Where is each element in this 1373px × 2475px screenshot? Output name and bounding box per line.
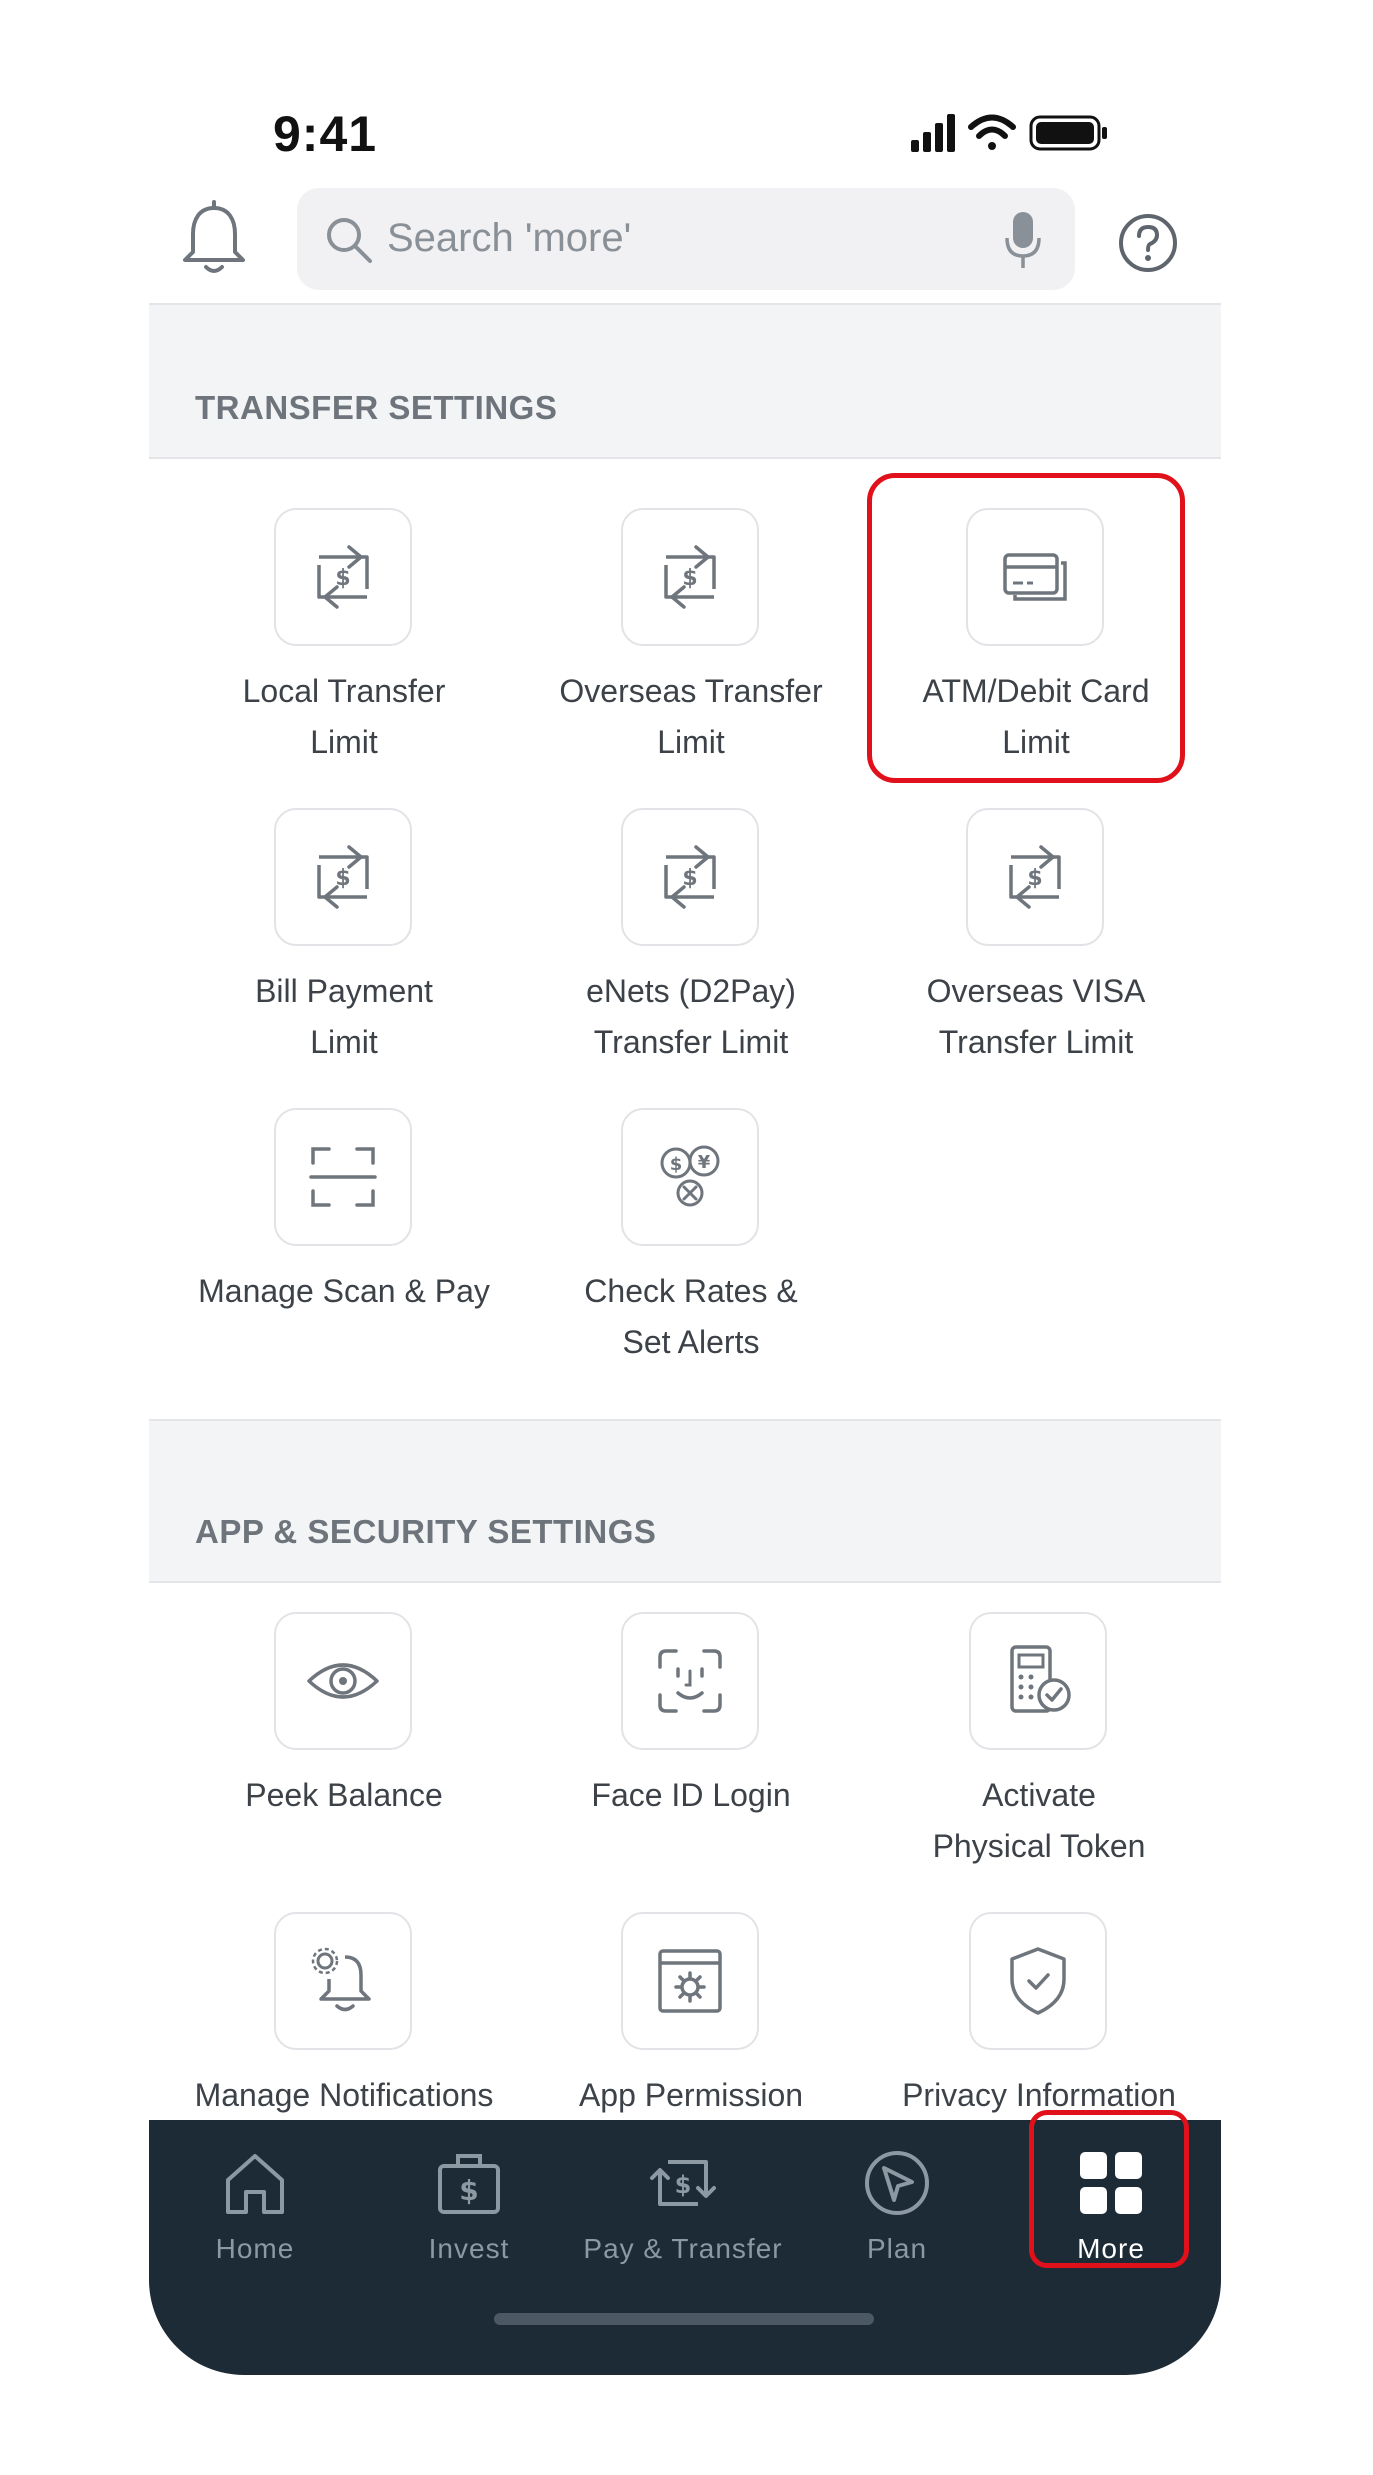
transfer-dollar-icon: $ xyxy=(664,845,716,909)
tile-label: Overseas VISA Transfer Limit xyxy=(926,973,1146,1060)
status-bar: 9:41 xyxy=(149,0,1221,180)
tile-icon-box xyxy=(274,1612,412,1750)
search-icon xyxy=(327,218,372,263)
tile-icon-box xyxy=(969,1612,1107,1750)
tile-manage-scan-and-pay[interactable]: Manage Scan & Pay xyxy=(184,1108,504,1398)
bell-icon[interactable] xyxy=(179,200,249,280)
tile-check-rates-and-set-alerts[interactable]: $ ¥ Check Rates & Set Alerts xyxy=(531,1108,851,1398)
tab-home[interactable]: Home xyxy=(155,2138,355,2268)
currency-rates-icon: $ ¥ xyxy=(660,1145,720,1207)
section-header-app-security-settings: APP & SECURITY SETTINGS xyxy=(149,1419,1221,1583)
transfer-dollar-icon: $ xyxy=(317,845,369,909)
tile-label: App Permission xyxy=(578,2077,804,2113)
transfer-dollar-icon: $ xyxy=(317,545,369,609)
tile-icon-box: $ xyxy=(274,808,412,946)
top-bar: Search 'more' xyxy=(149,180,1221,305)
svg-text:$: $ xyxy=(459,2174,478,2207)
tab-label: Pay & Transfer xyxy=(583,2233,783,2264)
status-time: 9:41 xyxy=(273,106,378,162)
section-title: TRANSFER SETTINGS xyxy=(195,389,558,426)
status-icons xyxy=(911,114,1107,152)
section-header-transfer-settings: TRANSFER SETTINGS xyxy=(149,303,1221,459)
search-bar[interactable]: Search 'more' xyxy=(297,188,1075,290)
transfer-dollar-icon: $ xyxy=(664,545,716,609)
tile-icon-box: $ ¥ xyxy=(621,1108,759,1246)
tile-icon-box: $ xyxy=(621,508,759,646)
tile-icon-box xyxy=(274,1108,412,1246)
tab-label: Plan xyxy=(866,2233,928,2264)
app-permission-icon xyxy=(658,1949,722,2013)
bottom-tab-bar: Home $ Invest $ Pay & Transfer Plan More xyxy=(149,2110,1221,2375)
battery-icon xyxy=(1029,115,1107,151)
tile-label: Manage Notifications xyxy=(194,2077,494,2113)
tab-label: Invest xyxy=(428,2233,510,2264)
tile-label: Local Transfer Limit xyxy=(242,673,446,760)
tile-icon-box xyxy=(274,1912,412,2050)
tile-overseas-transfer-limit[interactable]: $ Overseas Transfer Limit xyxy=(531,508,851,798)
signal-icon xyxy=(911,114,955,152)
svg-text:$: $ xyxy=(1027,866,1042,891)
tile-label: Bill Payment Limit xyxy=(255,973,433,1060)
tab-invest[interactable]: $ Invest xyxy=(369,2138,569,2268)
svg-text:$: $ xyxy=(682,866,697,891)
highlight-tab-more xyxy=(1029,2110,1189,2268)
microphone-icon[interactable] xyxy=(1005,210,1041,270)
svg-text:$: $ xyxy=(682,566,697,591)
tile-label: Face ID Login xyxy=(591,1777,791,1813)
tile-icon-box xyxy=(621,1612,759,1750)
transfer-dollar-icon: $ xyxy=(1009,845,1061,909)
svg-text:$: $ xyxy=(670,1154,683,1175)
notification-settings-icon xyxy=(311,1947,371,2012)
token-icon xyxy=(1010,1645,1071,1713)
svg-text:¥: ¥ xyxy=(698,1152,711,1173)
shield-icon xyxy=(1010,1947,1066,2015)
tile-icon-box: $ xyxy=(274,508,412,646)
tile-icon-box: $ xyxy=(621,808,759,946)
svg-text:$: $ xyxy=(335,866,350,891)
tab-label: Home xyxy=(215,2233,295,2264)
scan-icon xyxy=(309,1147,377,1207)
svg-text:$: $ xyxy=(335,566,350,591)
tile-peek-balance[interactable]: Peek Balance xyxy=(184,1612,504,1902)
tab-plan[interactable]: Plan xyxy=(797,2138,997,2268)
wifi-icon xyxy=(968,114,1016,150)
tile-icon-box: $ xyxy=(966,808,1104,946)
pay-transfer-icon: $ xyxy=(650,2160,716,2206)
tile-label: Overseas Transfer Limit xyxy=(559,673,823,760)
tile-activate-physical-token[interactable]: Activate Physical Token xyxy=(879,1612,1199,1902)
tile-icon-box xyxy=(969,1912,1107,2050)
section-title: APP & SECURITY SETTINGS xyxy=(195,1513,657,1550)
tile-label: eNets (D2Pay) Transfer Limit xyxy=(586,973,796,1060)
eye-icon xyxy=(307,1663,379,1699)
highlight-atm-debit-card-limit xyxy=(867,473,1185,783)
tile-bill-payment-limit[interactable]: $ Bill Payment Limit xyxy=(184,808,504,1098)
home-indicator[interactable] xyxy=(494,2313,874,2325)
svg-text:$: $ xyxy=(675,2171,692,2199)
tile-overseas-visa-transfer-limit[interactable]: $ Overseas VISA Transfer Limit xyxy=(876,808,1196,1098)
plan-icon xyxy=(865,2151,929,2215)
phone-screen: 9:41 Search 'more' TRANSFER SETTINGS $ L… xyxy=(149,0,1221,2375)
tile-label: Peek Balance xyxy=(245,1777,443,1813)
help-icon[interactable] xyxy=(1117,212,1179,274)
tile-label: Manage Scan & Pay xyxy=(198,1273,490,1309)
invest-icon: $ xyxy=(438,2154,500,2214)
face-id-icon xyxy=(658,1649,722,1713)
tile-local-transfer-limit[interactable]: $ Local Transfer Limit xyxy=(184,508,504,798)
tile-icon-box xyxy=(621,1912,759,2050)
home-icon xyxy=(226,2154,284,2214)
tile-label: Activate Physical Token xyxy=(932,1777,1146,1864)
tab-pay-and-transfer[interactable]: $ Pay & Transfer xyxy=(583,2138,783,2268)
tile-label: Check Rates & Set Alerts xyxy=(584,1273,798,1360)
search-input[interactable]: Search 'more' xyxy=(387,216,631,261)
tile-enets-d2pay-transfer-limit[interactable]: $ eNets (D2Pay) Transfer Limit xyxy=(531,808,851,1098)
tile-face-id-login[interactable]: Face ID Login xyxy=(531,1612,851,1902)
